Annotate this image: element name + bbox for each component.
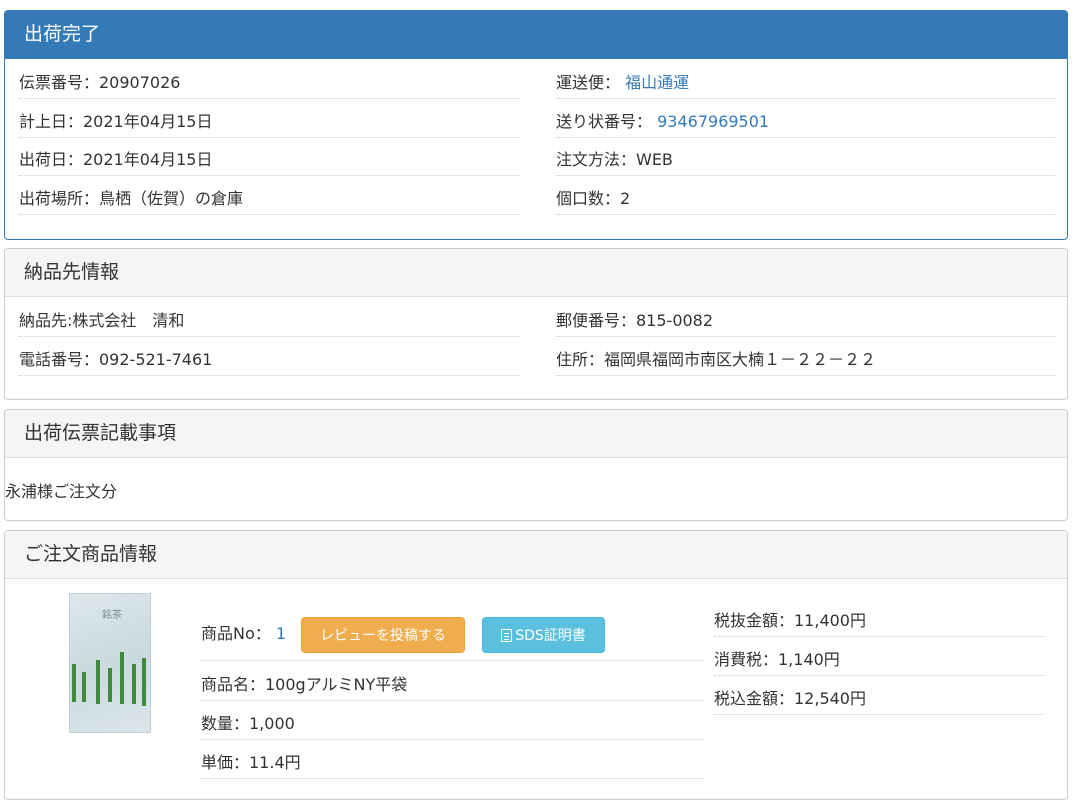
panel-title: 納品先情報 (5, 249, 1067, 297)
order-method: 注文方法：WEB (556, 147, 1056, 176)
phone-number: 電話番号：092-521-7461 (19, 347, 519, 376)
shipping-complete-panel: 出荷完了 伝票番号：20907026 運送便： 福山通運 計上日：2021年04… (4, 10, 1068, 240)
product-image[interactable]: 銘茶 (69, 593, 151, 733)
slip-note-text: 永浦様ご注文分 (5, 482, 118, 501)
tracking-label: 送り状番号： (556, 112, 653, 131)
carrier: 運送便： 福山通運 (556, 70, 1056, 99)
product-no-link[interactable]: 1 (276, 624, 286, 643)
ship-date: 出荷日：2021年04月15日 (19, 147, 519, 176)
recipient: 納品先:株式会社 清和 (19, 308, 519, 337)
sds-certificate-button[interactable]: SDS証明書 (482, 617, 605, 653)
tax: 消費税：1,140円 (714, 647, 1044, 676)
address: 住所：福岡県福岡市南区大楠１－２２－２２ (556, 347, 1056, 376)
postal-code: 郵便番号：815-0082 (556, 308, 1056, 337)
tracking-number: 送り状番号： 93467969501 (556, 109, 1056, 138)
review-button[interactable]: レビューを投稿する (301, 617, 465, 653)
sds-button-label: SDS証明書 (515, 628, 586, 644)
product-no-label: 商品No： (201, 624, 271, 643)
quantity: 数量：1,000 (201, 711, 703, 740)
subtotal: 税抜金額：11,400円 (714, 608, 1044, 637)
order-items-panel: ご注文商品情報 銘茶 商品No： 1 レビューを投稿する SDS証明書 商品名：… (4, 530, 1068, 800)
slip-notes-panel: 出荷伝票記載事項 永浦様ご注文分 (4, 409, 1068, 521)
carrier-label: 運送便： (556, 73, 621, 92)
tracking-link[interactable]: 93467969501 (657, 112, 769, 131)
product-name: 商品名：100gアルミNY平袋 (201, 672, 703, 701)
posting-date: 計上日：2021年04月15日 (19, 109, 519, 138)
carrier-link[interactable]: 福山通運 (625, 73, 689, 92)
ship-location: 出荷場所：鳥栖（佐賀）の倉庫 (19, 186, 519, 215)
panel-title: 出荷完了 (5, 11, 1067, 59)
product-image-label: 銘茶 (102, 610, 122, 621)
panel-title: 出荷伝票記載事項 (5, 410, 1067, 458)
delivery-info-panel: 納品先情報 納品先:株式会社 清和 郵便番号：815-0082 電話番号：092… (4, 248, 1068, 400)
total: 税込金額：12,540円 (714, 686, 1044, 715)
unit-price: 単価：11.4円 (201, 750, 703, 779)
document-icon (501, 629, 513, 642)
slip-number: 伝票番号：20907026 (19, 70, 519, 99)
panel-title: ご注文商品情報 (5, 531, 1067, 579)
package-count: 個口数：2 (556, 186, 1056, 215)
